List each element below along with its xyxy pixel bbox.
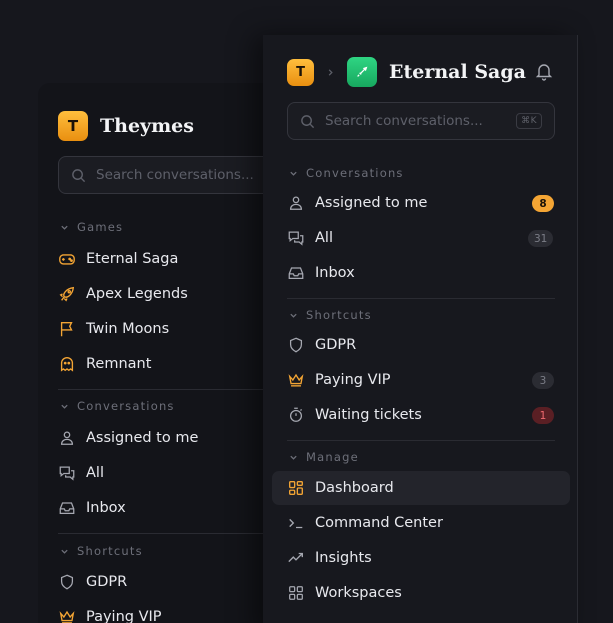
dashboard-icon — [289, 481, 303, 495]
item-label: Assigned to me — [86, 430, 199, 446]
item-label: Dashboard — [315, 480, 394, 496]
section-conversations[interactable]: Conversations — [60, 399, 175, 413]
sidebar-item-inbox[interactable]: Inbox — [287, 259, 355, 287]
sidebar-item-assigned[interactable]: Assigned to me — [58, 424, 198, 452]
section-label: Shortcuts — [77, 544, 143, 558]
user-icon — [60, 431, 74, 445]
sidebar-item-waiting-tickets[interactable]: Waiting tickets — [287, 401, 422, 429]
brand[interactable]: T Theymes — [58, 111, 194, 141]
section-manage[interactable]: Manage — [289, 450, 359, 464]
workspace-logo[interactable]: T — [287, 58, 314, 86]
chevron-down-icon — [61, 225, 68, 230]
bell-icon[interactable] — [534, 61, 554, 81]
sidebar-item-paying-vip[interactable]: Paying VIP — [287, 366, 391, 394]
sidebar-item-gdpr[interactable]: GDPR — [58, 568, 127, 596]
item-label: Eternal Saga — [86, 251, 179, 267]
item-label: GDPR — [86, 574, 128, 590]
workspace-logo: T — [58, 111, 88, 141]
sidebar-item-eternal-saga[interactable]: Eternal Saga — [58, 245, 178, 273]
item-label: Apex Legends — [86, 286, 188, 302]
grid-icon — [289, 586, 303, 600]
trend-up-icon — [288, 552, 303, 563]
stopwatch-icon — [289, 407, 303, 422]
user-icon — [289, 196, 303, 210]
game-header: T Eternal Saga — [287, 57, 526, 87]
item-label: Remnant — [86, 356, 152, 372]
game-icon[interactable] — [347, 57, 377, 87]
item-label: Paying VIP — [86, 609, 162, 623]
sidebar-item-gdpr[interactable]: GDPR — [287, 331, 356, 359]
section-label: Conversations — [77, 399, 175, 413]
keyboard-shortcut: ⌘K — [516, 113, 542, 129]
search-placeholder: Search conversations... — [325, 113, 483, 129]
sidebar-item-command-center[interactable]: Command Center — [287, 509, 443, 537]
item-label: Twin Moons — [86, 321, 170, 337]
count-badge: 8 — [532, 195, 554, 212]
inbox-icon — [59, 502, 75, 515]
inbox-icon — [288, 267, 304, 280]
count-badge: 3 — [532, 372, 554, 389]
sidebar-item-all[interactable]: All — [58, 459, 104, 487]
item-label: Inbox — [315, 265, 355, 281]
ghost-icon — [60, 357, 74, 372]
section-label: Manage — [306, 450, 359, 464]
chevron-down-icon — [61, 404, 68, 409]
divider — [287, 440, 555, 441]
sidebar-item-apex-legends[interactable]: Apex Legends — [58, 280, 188, 308]
crown-icon — [59, 610, 75, 623]
count-badge: 1 — [532, 407, 554, 424]
chevron-down-icon — [61, 549, 68, 554]
sidebar-item-inbox[interactable]: Inbox — [58, 494, 126, 522]
game-title: Eternal Saga — [389, 61, 526, 83]
terminal-icon — [289, 518, 303, 529]
sidebar-item-workspaces[interactable]: Workspaces — [287, 579, 402, 607]
section-label: Conversations — [306, 166, 404, 180]
item-label: Paying VIP — [315, 372, 391, 388]
sidebar-item-all[interactable]: All — [287, 224, 333, 252]
chevron-down-icon — [290, 313, 297, 318]
sidebar-item-twin-moons[interactable]: Twin Moons — [58, 315, 169, 343]
chevron-right-icon — [328, 68, 333, 76]
shield-icon — [60, 574, 74, 590]
section-games[interactable]: Games — [60, 220, 123, 234]
item-label: GDPR — [315, 337, 357, 353]
crown-icon — [288, 373, 304, 387]
item-label: All — [86, 465, 104, 481]
sword-icon — [357, 66, 368, 77]
chevron-down-icon — [290, 455, 297, 460]
section-conversations[interactable]: Conversations — [289, 166, 404, 180]
gamepad-icon — [59, 254, 75, 265]
item-label: Waiting tickets — [315, 407, 422, 423]
search-icon — [301, 114, 315, 128]
search-input[interactable]: Search conversations... ⌘K — [287, 102, 555, 140]
item-label: Insights — [315, 550, 372, 566]
brand-title: Theymes — [100, 115, 194, 137]
flag-icon — [60, 322, 73, 337]
shield-icon — [289, 337, 303, 353]
sidebar-item-remnant[interactable]: Remnant — [58, 350, 151, 378]
search-icon — [72, 168, 86, 182]
divider — [287, 298, 555, 299]
search-placeholder: Search conversations... — [96, 167, 254, 183]
chevron-down-icon — [290, 171, 297, 176]
rocket-icon — [59, 286, 75, 302]
section-shortcuts[interactable]: Shortcuts — [60, 544, 143, 558]
item-label: Assigned to me — [315, 195, 428, 211]
item-label: Workspaces — [315, 585, 402, 601]
item-label: Inbox — [86, 500, 126, 516]
chat-bubbles-icon — [59, 466, 75, 481]
section-label: Games — [77, 220, 124, 234]
count-badge: 31 — [528, 230, 554, 247]
chat-bubbles-icon — [288, 231, 304, 246]
sidebar-item-assigned[interactable]: Assigned to me — [287, 189, 427, 217]
item-label: All — [315, 230, 333, 246]
item-label: Command Center — [315, 515, 443, 531]
section-shortcuts[interactable]: Shortcuts — [289, 308, 372, 322]
sidebar-item-paying-vip[interactable]: Paying VIP — [58, 603, 162, 623]
game-sidebar: T Eternal Saga Search conversations... ⌘… — [263, 35, 578, 623]
sidebar-item-insights[interactable]: Insights — [287, 544, 372, 572]
sidebar-item-dashboard[interactable]: Dashboard — [287, 474, 394, 502]
section-label: Shortcuts — [306, 308, 372, 322]
